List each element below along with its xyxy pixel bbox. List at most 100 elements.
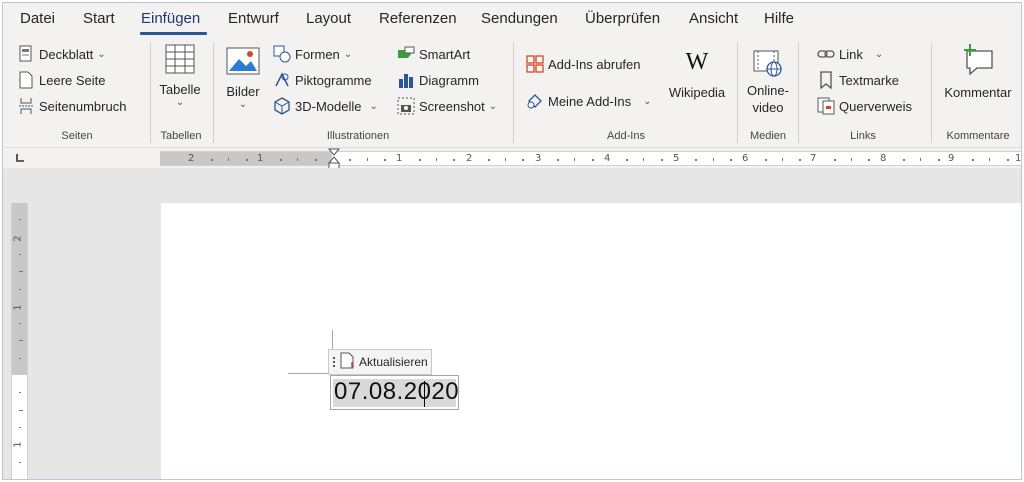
screenshot-icon: [397, 97, 415, 115]
tab-entwurf[interactable]: Entwurf: [228, 10, 279, 27]
ruler-number: 6: [742, 153, 749, 164]
ruler-tick: [695, 159, 698, 161]
ruler-number: 1: [257, 153, 264, 164]
ruler-number: 5: [673, 153, 680, 164]
ruler-tick: [574, 158, 576, 161]
ruler-tick: [19, 340, 23, 342]
chart-icon: [397, 71, 415, 89]
tab-stop-selector[interactable]: [13, 151, 27, 165]
online-video-button[interactable]: Online- video: [743, 49, 793, 116]
diagramm-button[interactable]: Diagramm: [397, 71, 479, 89]
tab-ueberpruefen[interactable]: Überprüfen: [585, 10, 660, 27]
formen-button[interactable]: Formen ⌄: [273, 45, 352, 63]
wikipedia-button[interactable]: W Wikipedia: [663, 49, 731, 100]
ribbon-tab-bar: Datei Start Einfügen Entwurf Layout Refe…: [3, 3, 1021, 37]
bilder-button[interactable]: Bilder ⌄: [222, 47, 264, 110]
add-ins-abrufen-button[interactable]: Add-Ins abrufen: [526, 55, 641, 73]
tab-start[interactable]: Start: [83, 10, 115, 27]
field-update-label: Aktualisieren: [359, 355, 428, 369]
my-addins-icon: [526, 92, 544, 110]
group-separator: [513, 43, 514, 143]
tab-hilfe[interactable]: Hilfe: [764, 10, 794, 27]
ruler-tick: [19, 271, 23, 273]
leere-seite-button[interactable]: Leere Seite: [17, 71, 106, 89]
chevron-down-icon: ⌄: [488, 100, 498, 112]
textmarke-label: Textmarke: [839, 72, 899, 88]
ruler-tick: [851, 158, 852, 161]
ruler-tick: [19, 426, 21, 428]
field-update-button[interactable]: Aktualisieren: [328, 349, 432, 375]
tab-ansicht[interactable]: Ansicht: [689, 10, 738, 27]
tab-datei[interactable]: Datei: [20, 10, 55, 27]
3d-modelle-button[interactable]: 3D-Modelle ⌄: [273, 97, 378, 115]
group-label-seiten: Seiten: [61, 130, 93, 142]
chevron-down-icon: ⌄: [175, 97, 185, 108]
screenshot-label: Screenshot: [419, 98, 485, 114]
ruler-number: 9: [948, 153, 955, 164]
tab-referenzen[interactable]: Referenzen: [379, 10, 457, 27]
ruler-tick: [902, 159, 905, 161]
ruler-number: 10: [1015, 153, 1022, 164]
meine-add-ins-label: Meine Add-Ins: [548, 93, 632, 109]
ruler-tick: [19, 323, 21, 325]
querverweis-button[interactable]: Querverweis: [817, 97, 912, 115]
chevron-down-icon: ⌄: [369, 100, 378, 112]
text-cursor: [424, 381, 425, 407]
group-separator: [931, 43, 932, 143]
ruler-tick: [505, 158, 506, 161]
piktogramme-button[interactable]: Piktogramme: [273, 71, 372, 89]
seitenumbruch-button[interactable]: Seitenumbruch: [17, 97, 126, 115]
ruler-tick: [1006, 159, 1009, 161]
date-field[interactable]: 07.08.2020: [330, 375, 459, 410]
group-separator: [150, 43, 151, 143]
tab-sendungen[interactable]: Sendungen: [481, 10, 558, 27]
link-button[interactable]: Link ⌄: [817, 45, 883, 63]
link-icon: [817, 45, 835, 63]
date-field-value: 07.08.2020: [334, 378, 460, 405]
ruler-number: 1: [12, 304, 24, 311]
ruler-number: 2: [188, 153, 195, 164]
horizontal-ruler[interactable]: 2 1 1 2 3 4 5 6 7 8 9 10: [160, 151, 1022, 166]
group-label-kommentare: Kommentare: [946, 130, 1010, 142]
tab-layout[interactable]: Layout: [306, 10, 351, 27]
vertical-ruler[interactable]: 2 1 1: [11, 203, 28, 479]
wikipedia-label: Wikipedia: [668, 85, 726, 100]
table-icon: [164, 43, 196, 78]
ruler-tick: [19, 253, 21, 255]
ruler-tick: [487, 159, 490, 161]
cover-page-icon: [17, 45, 35, 63]
smartart-button[interactable]: SmartArt: [397, 45, 470, 63]
tab-einfuegen[interactable]: Einfügen: [141, 10, 200, 27]
ruler-tick: [920, 158, 922, 161]
ruler-tick: [245, 159, 248, 161]
ruler-tick: [19, 357, 21, 359]
formen-label: Formen: [295, 46, 340, 62]
link-label: Link: [839, 46, 863, 62]
icons-icon: [273, 71, 291, 89]
add-ins-abrufen-label: Add-Ins abrufen: [548, 56, 641, 72]
ruler-tick: [764, 159, 767, 161]
shapes-icon: [273, 45, 291, 63]
tabelle-button[interactable]: Tabelle ⌄: [156, 43, 204, 108]
ruler-number: 1: [12, 441, 24, 448]
ruler-tick: [556, 159, 559, 161]
group-separator: [213, 43, 214, 143]
ruler-number: 2: [466, 153, 473, 164]
chevron-down-icon: ⌄: [874, 48, 884, 60]
textmarke-button[interactable]: Textmarke: [817, 71, 899, 89]
meine-add-ins-button[interactable]: Meine Add-Ins ⌄: [526, 92, 652, 110]
screenshot-button[interactable]: Screenshot ⌄: [397, 97, 497, 115]
ruler-tick: [19, 392, 21, 394]
online-video-label-2: video: [752, 100, 784, 115]
ruler-tick: [19, 461, 21, 463]
leere-seite-label: Leere Seite: [39, 72, 106, 88]
deckblatt-button[interactable]: Deckblatt ⌄: [17, 45, 106, 63]
kommentar-button[interactable]: Kommentar: [938, 43, 1018, 100]
kommentar-label: Kommentar: [944, 85, 1012, 100]
document-page[interactable]: Aktualisieren 07.08.2020: [161, 203, 1021, 479]
ruler-tick: [19, 219, 21, 221]
active-tab-indicator: [140, 32, 207, 35]
bilder-label: Bilder: [226, 84, 260, 99]
ruler-tick: [210, 159, 213, 161]
ruler-tick: [626, 159, 629, 161]
